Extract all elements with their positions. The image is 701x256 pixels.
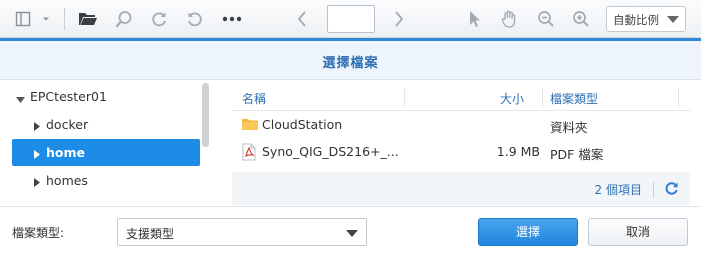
file-list: 名稱 大小 檔案類型 CloudStation 資料夾 Syno_QIG_DS2… [232, 80, 690, 206]
pointer-tool-icon[interactable] [465, 7, 485, 31]
file-name: CloudStation [262, 117, 343, 132]
tree-item-homes[interactable]: homes [12, 167, 200, 194]
previous-page-icon[interactable] [292, 7, 312, 31]
tree-scrollbar[interactable] [202, 83, 209, 147]
sidebar-dropdown-icon[interactable] [38, 7, 54, 31]
column-divider[interactable] [542, 88, 543, 108]
sidebar-toggle-icon[interactable] [12, 7, 34, 31]
column-divider[interactable] [678, 88, 679, 108]
rotate-icon[interactable] [184, 7, 206, 31]
open-folder-icon[interactable] [76, 7, 100, 31]
column-header-size[interactable]: 大小 [500, 90, 524, 107]
dialog-footer: 檔案類型: 支援類型 選擇 取消 [0, 206, 701, 256]
viewer-toolbar: 自動比例 [0, 0, 701, 38]
caret-right-icon[interactable] [34, 176, 40, 190]
zoom-out-icon[interactable] [535, 7, 557, 31]
select-button[interactable]: 選擇 [478, 218, 578, 246]
folder-tree: EPCtester01 docker home homes [0, 80, 214, 206]
file-type: 資料夾 [550, 120, 588, 135]
reload-icon[interactable] [148, 7, 170, 31]
tree-item-label: homes [46, 173, 88, 188]
column-header-name[interactable]: 名稱 [242, 90, 266, 107]
file-type: PDF 檔案 [550, 147, 604, 162]
dialog-title: 選擇檔案 [322, 56, 379, 71]
toolbar-divider [64, 8, 65, 30]
next-page-icon[interactable] [389, 7, 409, 31]
cancel-button[interactable]: 取消 [588, 218, 688, 246]
file-list-header: 名稱 大小 檔案類型 [232, 83, 690, 111]
column-header-type[interactable]: 檔案類型 [550, 90, 598, 107]
file-row-cloudstation[interactable]: CloudStation 資料夾 [232, 111, 690, 138]
file-name: Syno_QIG_DS216+_... [262, 144, 399, 159]
pdf-icon [241, 143, 257, 164]
tree-item-label: docker [46, 117, 89, 132]
item-count: 2 個項目 [594, 183, 642, 197]
tree-item-label: home [46, 145, 85, 160]
folder-icon [241, 116, 259, 135]
more-icon[interactable] [220, 7, 244, 31]
zoom-select[interactable]: 自動比例 [606, 6, 686, 32]
refresh-icon[interactable] [664, 181, 679, 199]
tree-item-home[interactable]: home [12, 139, 200, 166]
file-row-syno-qig[interactable]: Syno_QIG_DS216+_... 1.9 MB PDF 檔案 [232, 138, 690, 165]
hand-tool-icon[interactable] [498, 7, 520, 31]
column-divider[interactable] [404, 88, 405, 108]
chevron-down-icon [346, 230, 358, 237]
file-type-select-value: 支援類型 [126, 227, 175, 241]
file-size: 1.9 MB [496, 144, 540, 159]
search-icon[interactable] [113, 7, 135, 31]
caret-right-icon[interactable] [34, 148, 40, 162]
zoom-select-value: 自動比例 [613, 13, 659, 27]
tree-item-label: EPCtester01 [30, 89, 107, 104]
tree-item-docker[interactable]: docker [12, 111, 200, 138]
page-number-input[interactable] [327, 5, 375, 33]
footer-divider [653, 182, 654, 198]
chevron-down-icon [667, 16, 679, 23]
caret-right-icon[interactable] [34, 120, 40, 134]
file-type-label: 檔案類型: [12, 226, 65, 240]
file-type-select[interactable]: 支援類型 [117, 218, 367, 246]
zoom-in-icon[interactable] [570, 7, 592, 31]
caret-down-icon[interactable] [16, 93, 25, 107]
file-list-footer: 2 個項目 [232, 172, 690, 205]
tree-item-epctester01[interactable]: EPCtester01 [12, 83, 200, 110]
dialog-header: 選擇檔案 [0, 38, 701, 80]
